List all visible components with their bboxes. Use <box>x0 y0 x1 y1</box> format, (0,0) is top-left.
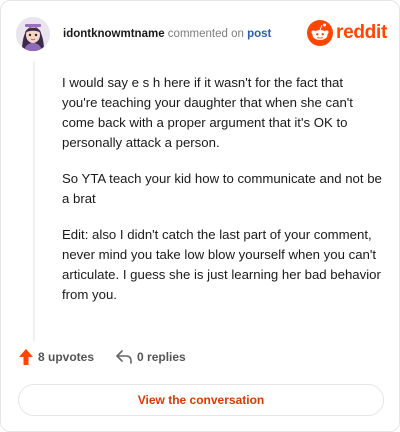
avatar-illustration-icon <box>16 17 50 51</box>
comment-card: idontknowmtname commented on post reddit… <box>0 0 400 432</box>
upvote-arrow-icon <box>19 349 33 365</box>
comment-header: idontknowmtname commented on post <box>63 27 271 41</box>
post-link[interactable]: post <box>247 28 271 40</box>
upvote-button[interactable]: 8 upvotes <box>19 349 94 365</box>
username-link[interactable]: idontknowmtname <box>63 28 165 40</box>
comment-body: I would say e s h here if it wasn't for … <box>62 73 382 321</box>
view-conversation-button[interactable]: View the conversation <box>18 384 384 416</box>
comment-paragraph: I would say e s h here if it wasn't for … <box>62 75 353 150</box>
reddit-logo[interactable]: reddit <box>307 20 387 46</box>
avatar[interactable] <box>16 17 50 51</box>
reddit-wordmark: reddit <box>336 22 387 43</box>
upvote-count: 8 upvotes <box>38 350 95 364</box>
comment-paragraph: So YTA teach your kid how to communicate… <box>62 171 382 206</box>
reply-arrow-icon <box>116 350 132 364</box>
thread-line <box>33 61 35 341</box>
reply-count: 0 replies <box>137 350 186 364</box>
replies-button[interactable]: 0 replies <box>116 350 186 364</box>
comment-actions: 8 upvotes 0 replies <box>19 349 186 365</box>
action-text: commented on <box>167 28 244 40</box>
comment-paragraph: Edit: also I didn't catch the last part … <box>62 227 381 302</box>
reddit-snoo-icon <box>307 20 333 46</box>
